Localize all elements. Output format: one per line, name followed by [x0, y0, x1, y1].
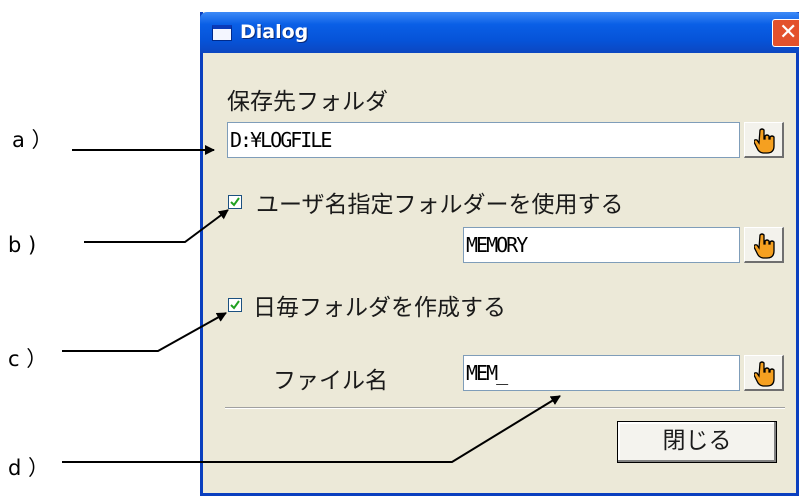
user-folder-checkbox[interactable] [228, 195, 242, 209]
folder-path-input[interactable] [228, 123, 739, 157]
folder-path-field[interactable] [227, 122, 740, 158]
user-folder-label: ユーザ名指定フォルダーを使用する [256, 192, 624, 218]
separator [225, 407, 785, 409]
user-folder-field[interactable] [463, 227, 740, 263]
daily-folder-checkbox[interactable] [228, 298, 242, 312]
close-icon[interactable]: ✕ [772, 19, 799, 47]
folder-label: 保存先フォルダ [227, 89, 388, 115]
daily-folder-label: 日毎フォルダを作成する [253, 295, 506, 321]
file-name-field[interactable] [463, 355, 740, 391]
user-folder-input[interactable] [464, 228, 739, 262]
file-name-input[interactable] [464, 356, 739, 390]
callout-d-label: d ） [8, 456, 50, 480]
browse-file-name-button[interactable] [744, 355, 784, 391]
hand-pointer-icon [754, 233, 775, 259]
callout-b-label: b ) [8, 233, 37, 257]
browse-folder-button[interactable] [744, 122, 784, 158]
window-title: Dialog [240, 21, 309, 43]
browse-user-folder-button[interactable] [744, 227, 784, 263]
title-bar[interactable]: Dialog ✕ [200, 12, 799, 53]
window-icon [212, 25, 232, 41]
dialog-window: Dialog ✕ 保存先フォルダ ユーザ名指定フォルダーを使用する 日毎フォルダ… [200, 12, 799, 496]
hand-pointer-icon [754, 361, 775, 387]
file-name-label: ファイル名 [273, 368, 388, 394]
callout-a-label: a ） [12, 128, 53, 152]
close-button[interactable]: 閉じる [617, 421, 777, 463]
callout-c-label: c ） [8, 347, 48, 371]
hand-pointer-icon [754, 128, 775, 154]
